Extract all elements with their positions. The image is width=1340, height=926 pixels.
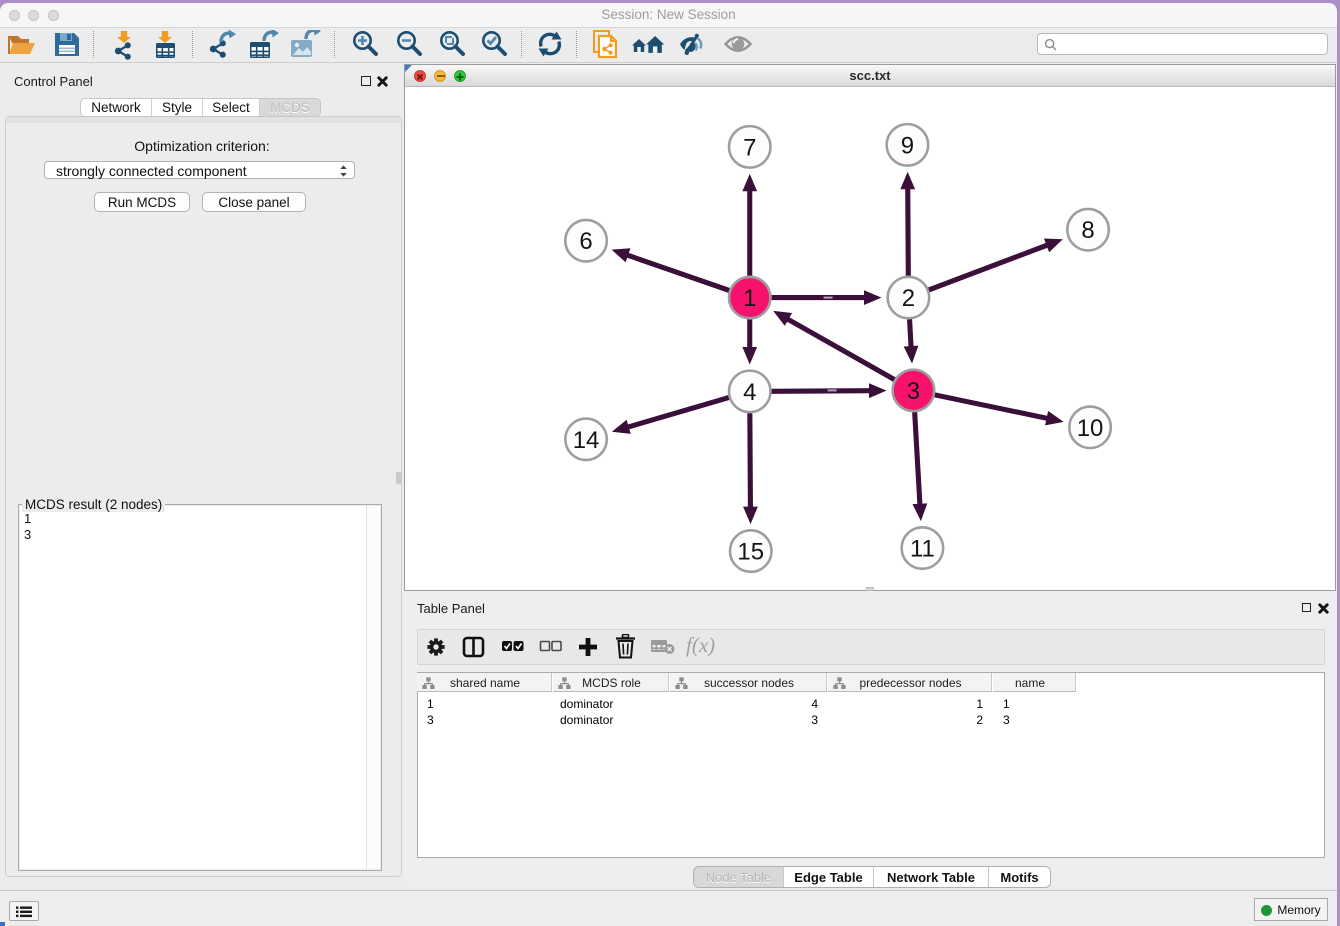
svg-text:7: 7 (743, 134, 756, 161)
svg-text:6: 6 (579, 228, 592, 255)
svg-text:3: 3 (907, 378, 920, 405)
svg-text:11: 11 (910, 536, 935, 563)
svg-text:1: 1 (743, 285, 756, 312)
svg-text:14: 14 (573, 427, 600, 454)
svg-text:2: 2 (902, 285, 915, 312)
svg-text:15: 15 (737, 539, 764, 566)
svg-text:8: 8 (1081, 217, 1094, 244)
svg-text:9: 9 (901, 132, 914, 159)
svg-text:4: 4 (743, 379, 756, 406)
svg-text:10: 10 (1077, 415, 1104, 442)
